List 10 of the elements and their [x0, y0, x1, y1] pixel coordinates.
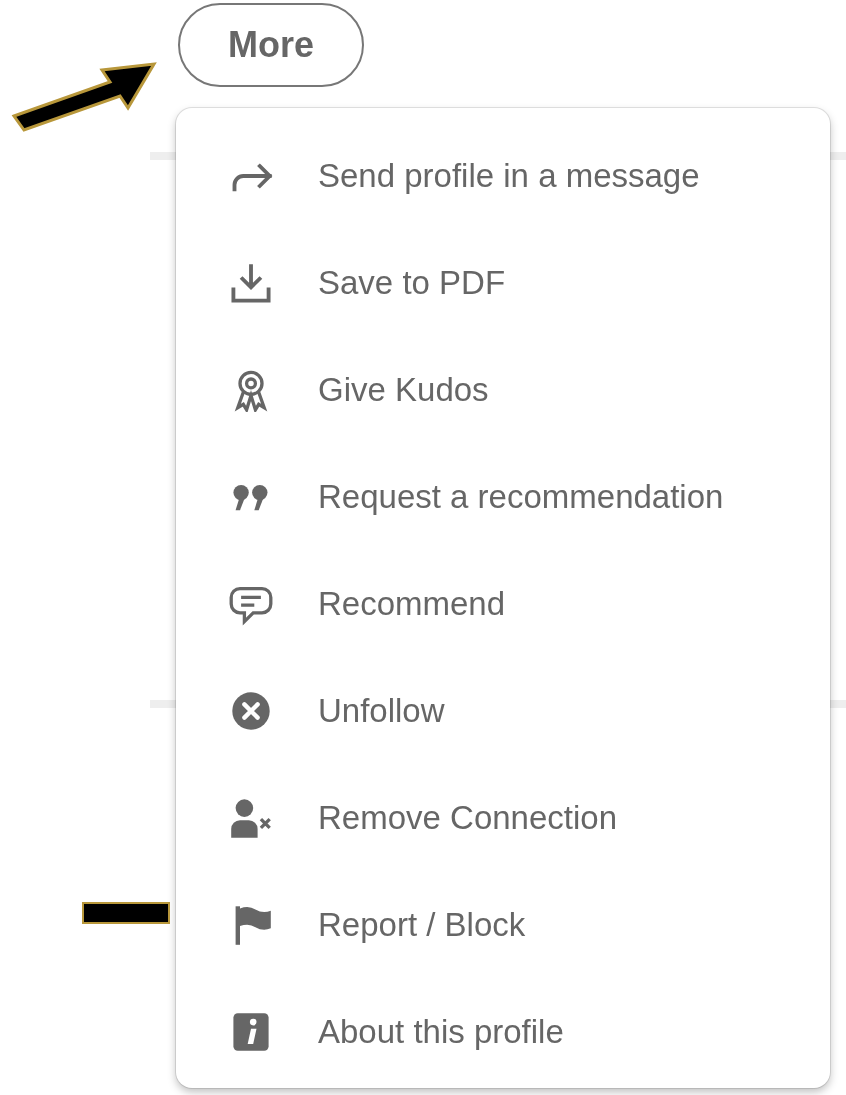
menu-item[interactable]: Remove Connection — [176, 764, 830, 871]
menu-item[interactable]: About this profile — [176, 978, 830, 1085]
menu-item[interactable]: Save to PDF — [176, 229, 830, 336]
menu-item[interactable]: Request a recommendation — [176, 443, 830, 550]
menu-item[interactable]: Give Kudos — [176, 336, 830, 443]
menu-item[interactable]: Unfollow — [176, 657, 830, 764]
menu-item[interactable]: Report / Block — [176, 871, 830, 978]
more-button[interactable]: More — [178, 3, 364, 87]
menu-item[interactable]: Recommend — [176, 550, 830, 657]
menu-item[interactable]: Send profile in a message — [176, 122, 830, 229]
